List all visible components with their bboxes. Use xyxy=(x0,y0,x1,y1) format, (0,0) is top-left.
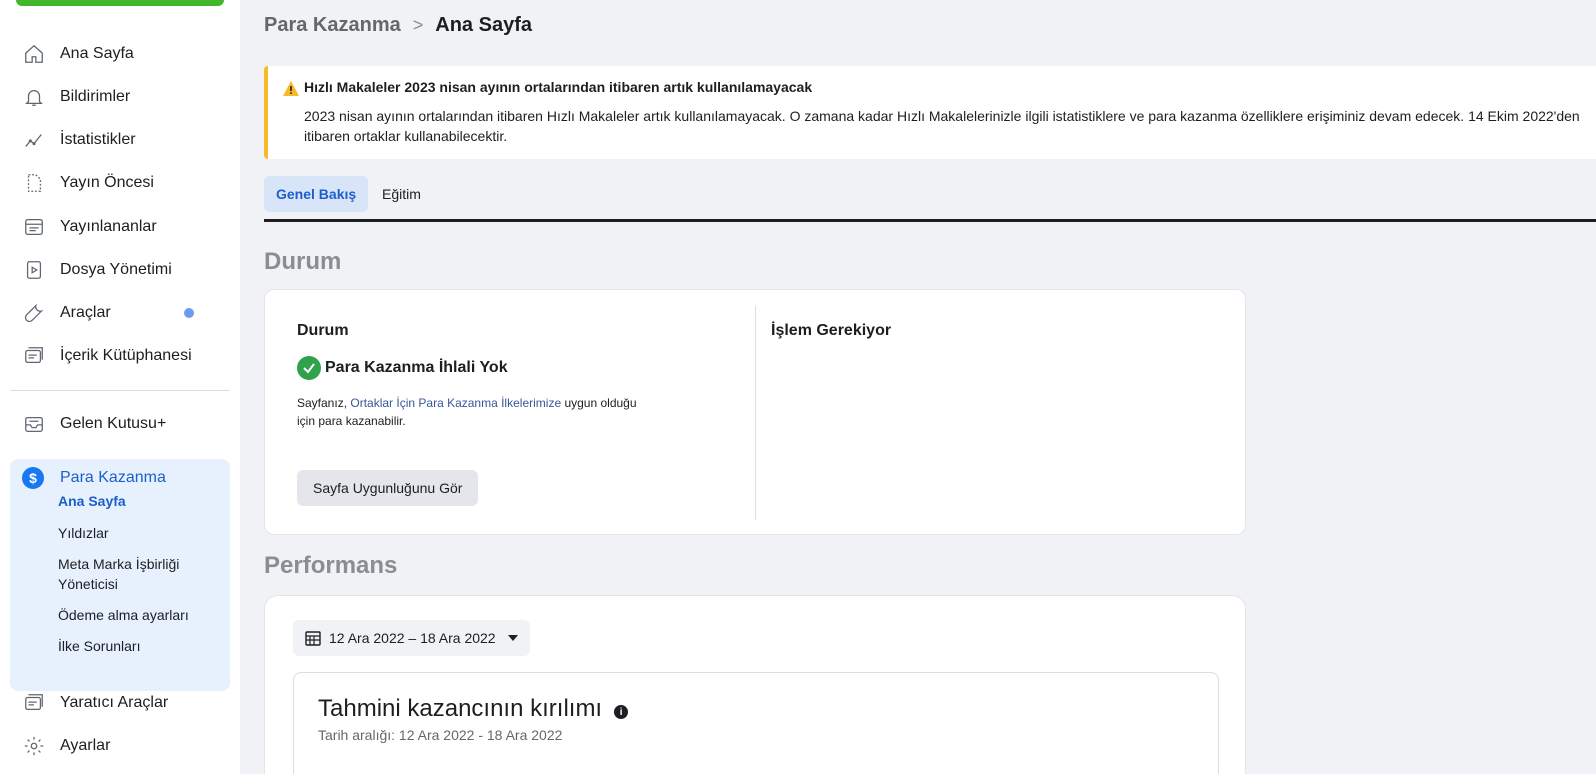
sidebar-item-label: Bildirimler xyxy=(60,88,131,105)
sidebar-item-label: Ayarlar xyxy=(60,737,111,754)
sidebar-item-label: Ana Sayfa xyxy=(60,45,134,62)
breadcrumb-separator: > xyxy=(412,15,424,35)
status-subtitle: Durum xyxy=(297,322,349,339)
check-circle-icon xyxy=(297,356,321,380)
sidebar-subitem-policy-issues[interactable]: İlke Sorunları xyxy=(58,636,218,656)
sidebar-subitem-brand-collabs[interactable]: Meta Marka İşbirliği Yöneticisi xyxy=(58,554,218,594)
alert-title: Hızlı Makaleler 2023 nisan ayının ortala… xyxy=(304,79,813,95)
card-divider xyxy=(755,306,756,520)
draft-file-icon xyxy=(22,171,46,195)
warning-icon xyxy=(283,81,299,96)
sidebar-item-home[interactable]: Ana Sayfa xyxy=(10,34,230,74)
chart-line-icon xyxy=(22,128,46,152)
sidebar-item-label: Dosya Yönetimi xyxy=(60,261,172,278)
sidebar-item-label: Yaratıcı Araçlar xyxy=(60,694,169,711)
status-desc-prefix: Sayfanız, xyxy=(297,396,351,410)
library-icon xyxy=(22,344,46,368)
earnings-title: Tahmini kazancının kırılımı xyxy=(318,695,603,722)
view-page-eligibility-button[interactable]: Sayfa Uygunluğunu Gör xyxy=(297,470,479,506)
creator-tools-icon xyxy=(22,691,46,715)
sidebar-item-content-library[interactable]: İçerik Kütüphanesi xyxy=(10,336,230,376)
calendar-icon xyxy=(305,631,321,646)
main-content: Para Kazanma > Ana Sayfa Hızlı Makaleler… xyxy=(240,0,1596,774)
alert-body: 2023 nisan ayının ortalarından itibaren … xyxy=(304,108,1580,144)
sidebar: Ana Sayfa Bildirimler İstatistikler Yayı… xyxy=(0,0,240,774)
sidebar-item-label: İstatistikler xyxy=(60,131,136,148)
home-icon xyxy=(22,42,46,66)
sidebar-item-settings[interactable]: Ayarlar xyxy=(10,726,230,766)
page-title: Ana Sayfa xyxy=(435,14,532,36)
earnings-title-row: Tahmini kazancının kırılımı i xyxy=(318,695,629,723)
sidebar-subitem-stars[interactable]: Yıldızlar xyxy=(58,523,218,543)
sidebar-item-creator-tools[interactable]: Yaratıcı Araçlar xyxy=(10,683,230,723)
published-list-icon xyxy=(22,215,46,239)
performance-section-title: Performans xyxy=(264,552,398,579)
earnings-breakdown-panel: Tahmini kazancının kırılımı i Tarih aral… xyxy=(293,672,1219,774)
notification-dot xyxy=(184,308,194,318)
monetization-policies-link[interactable]: Ortaklar İçin Para Kazanma İlkelerimize xyxy=(350,396,561,410)
status-card: Durum Para Kazanma İhlali Yok Sayfanız, … xyxy=(264,289,1246,535)
sidebar-item-drafts[interactable]: Yayın Öncesi xyxy=(10,163,230,203)
status-section-title: Durum xyxy=(264,248,342,275)
sidebar-item-label: İçerik Kütüphanesi xyxy=(60,347,192,364)
tab-education[interactable]: Eğitim xyxy=(370,176,433,212)
sidebar-divider xyxy=(10,390,230,391)
sidebar-subitem-payout-settings[interactable]: Ödeme alma ayarları xyxy=(58,605,218,625)
sidebar-item-label: Gelen Kutusu+ xyxy=(60,415,167,432)
status-indicator: Para Kazanma İhlali Yok xyxy=(297,356,508,380)
sidebar-item-label: Yayın Öncesi xyxy=(60,174,154,191)
chevron-down-icon xyxy=(507,635,518,641)
sidebar-item-inbox[interactable]: Gelen Kutusu+ xyxy=(10,404,230,444)
inbox-icon xyxy=(22,412,46,436)
earnings-date-range: Tarih aralığı: 12 Ara 2022 - 18 Ara 2022 xyxy=(318,727,563,743)
status-description: Sayfanız, Ortaklar İçin Para Kazanma İlk… xyxy=(297,394,637,430)
sidebar-item-tools[interactable]: Araçlar xyxy=(10,293,230,333)
tab-overview[interactable]: Genel Bakış xyxy=(264,176,369,212)
date-range-label: 12 Ara 2022 – 18 Ara 2022 xyxy=(329,630,496,646)
action-needed-title: İşlem Gerekiyor xyxy=(771,322,892,339)
wrench-icon xyxy=(22,301,46,325)
sidebar-item-file-management[interactable]: Dosya Yönetimi xyxy=(10,250,230,290)
deprecation-alert: Hızlı Makaleler 2023 nisan ayının ortala… xyxy=(264,66,1596,159)
sidebar-item-label: Araçlar xyxy=(60,304,111,321)
gear-icon xyxy=(22,734,46,758)
status-label: Para Kazanma İhlali Yok xyxy=(325,359,508,376)
sidebar-item-published[interactable]: Yayınlananlar xyxy=(10,207,230,247)
tab-bar: Genel Bakış Eğitim xyxy=(264,176,1596,222)
info-icon[interactable]: i xyxy=(614,705,629,719)
create-button[interactable] xyxy=(16,0,224,6)
video-file-icon xyxy=(22,258,46,282)
sidebar-item-label: Para Kazanma xyxy=(60,469,166,486)
monetization-group: $ Para Kazanma Ana Sayfa Yıldızlar Meta … xyxy=(10,459,230,691)
sidebar-item-notifications[interactable]: Bildirimler xyxy=(10,77,230,117)
breadcrumb: Para Kazanma > Ana Sayfa xyxy=(264,14,532,37)
date-range-picker[interactable]: 12 Ara 2022 – 18 Ara 2022 xyxy=(293,620,530,656)
dollar-icon: $ xyxy=(22,467,44,489)
sidebar-item-label: Yayınlananlar xyxy=(60,218,157,235)
breadcrumb-parent-link[interactable]: Para Kazanma xyxy=(264,14,401,37)
sidebar-item-insights[interactable]: İstatistikler xyxy=(10,120,230,160)
sidebar-subitem-home[interactable]: Ana Sayfa xyxy=(58,491,218,511)
performance-card: 12 Ara 2022 – 18 Ara 2022 Tahmini kazanc… xyxy=(264,595,1246,774)
bell-icon xyxy=(22,85,46,109)
